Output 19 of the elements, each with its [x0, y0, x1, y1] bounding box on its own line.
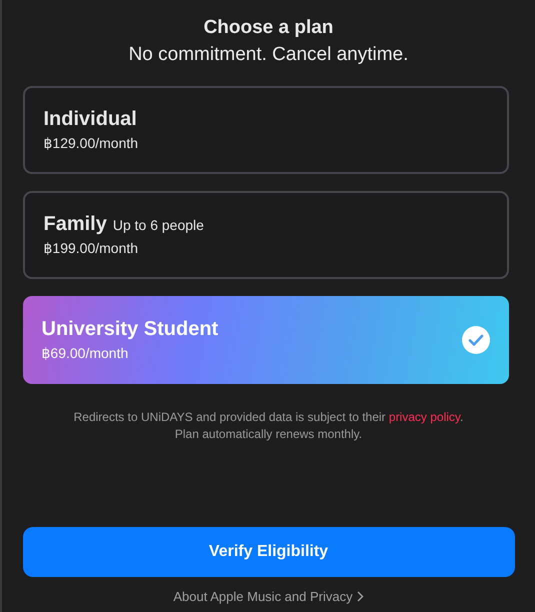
plan-name: Family — [44, 213, 107, 236]
checkmark-icon — [462, 326, 490, 354]
verify-eligibility-button[interactable]: Verify Eligibility — [22, 527, 514, 577]
plan-name: University Student — [42, 318, 218, 341]
plan-heading: Choose a plan — [204, 16, 334, 40]
disclaimer-text: Redirects to UNiDAYS and provided data is subject to their privacy policy. — [74, 409, 464, 426]
plan-card[interactable]: Individual ฿129.00/month — [22, 86, 508, 174]
plan-card[interactable]: Family Up to 6 people ฿199.00/month — [22, 191, 508, 279]
privacy-policy-link[interactable]: privacy policy — [388, 410, 460, 424]
plan-price: ฿69.00/month — [42, 345, 130, 362]
plan-price: ฿199.00/month — [44, 240, 140, 257]
chevron-right-icon — [356, 591, 364, 602]
plan-name: Individual — [44, 108, 137, 131]
privacy-link[interactable]: About Apple Music and Privacy — [173, 589, 364, 604]
plan-subtitle: No commitment. Cancel anytime. — [128, 43, 408, 67]
plan-price: ฿129.00/month — [44, 135, 138, 152]
plan-note: Up to 6 people — [112, 217, 204, 233]
plan-card[interactable]: University Student ฿69.00/month — [22, 296, 508, 384]
renewal-text: Plan automatically renews monthly. — [174, 426, 364, 443]
